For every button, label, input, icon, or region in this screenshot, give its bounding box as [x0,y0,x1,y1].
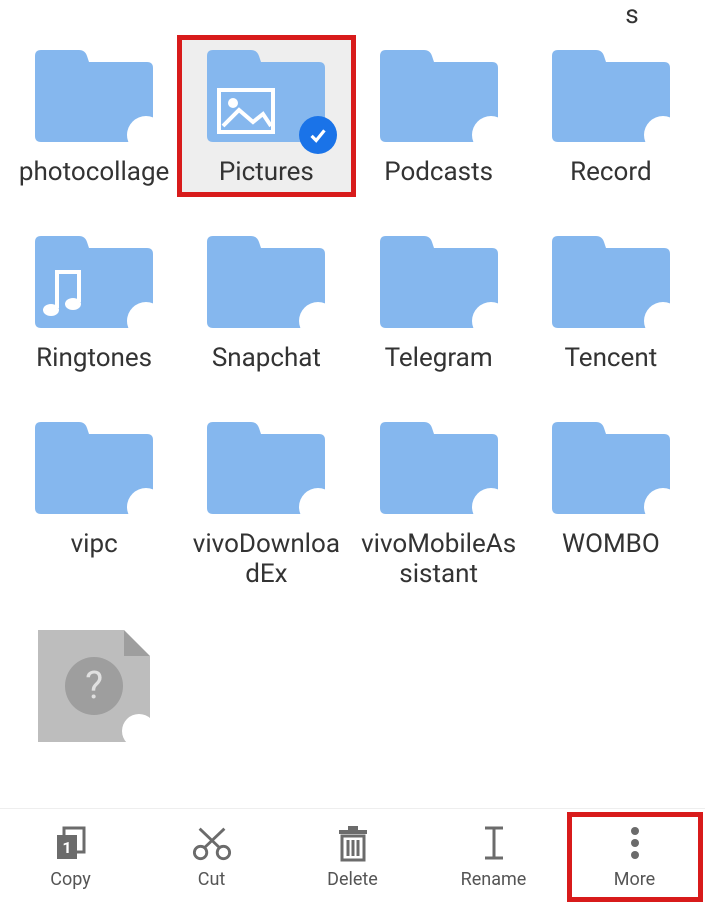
rename-button[interactable]: Rename [429,815,559,899]
folder-label: Snapchat [212,344,321,374]
folder-item[interactable]: Pictures [180,38,352,194]
selection-circle-icon[interactable] [122,714,156,748]
copy-icon: 1 [51,823,91,863]
more-label: More [614,869,655,890]
selection-circle-icon[interactable] [644,488,682,526]
folder-icon [374,228,504,334]
folder-icon [374,414,504,520]
selection-circle-icon[interactable] [127,302,165,340]
selection-circle-icon[interactable] [127,116,165,154]
folder-icon [546,42,676,148]
folder-grid: photocollage Pictures Podcasts Record Ringto… [0,38,705,748]
folder-item[interactable]: vivoMobileAssistant [353,410,525,596]
folder-label: WOMBO [562,530,660,560]
selection-circle-icon[interactable] [644,116,682,154]
copy-label: Copy [50,869,91,890]
text-cursor-icon [474,823,514,863]
folder-item[interactable]: vipc [8,410,180,596]
folder-icon [201,414,331,520]
folder-label: vivoMobileAssistant [359,530,519,590]
folder-icon [546,414,676,520]
folder-label: Telegram [385,344,493,374]
delete-button[interactable]: Delete [288,815,418,899]
folder-icon [29,414,159,520]
folder-item[interactable]: Tencent [525,224,697,380]
checkmark-icon[interactable] [299,116,337,154]
cut-label: Cut [198,869,226,890]
folder-icon [29,42,159,148]
folder-item[interactable]: Telegram [353,224,525,380]
folder-label: vivoDownloadEx [186,530,346,590]
selection-circle-icon[interactable] [472,302,510,340]
folder-item[interactable]: Record [525,38,697,194]
scissors-icon [192,823,232,863]
folder-label: Ringtones [36,344,152,374]
folder-label: Podcasts [384,158,493,188]
folder-label: Tencent [565,344,658,374]
folder-icon [374,42,504,148]
folder-label: Pictures [219,158,314,188]
trash-icon [333,823,373,863]
folder-icon [29,228,159,334]
delete-label: Delete [327,869,378,890]
bottom-toolbar: 1 Copy Cut Delete [0,808,705,904]
unknown-file-icon: ? [38,630,150,742]
folder-item[interactable]: WOMBO [525,410,697,596]
unknown-file-item[interactable]: ? [8,626,180,748]
partial-folder-label: s [562,0,702,30]
selection-circle-icon[interactable] [472,488,510,526]
rename-label: Rename [461,869,527,890]
cut-button[interactable]: Cut [147,815,277,899]
more-vertical-icon [615,823,655,863]
svg-text:1: 1 [62,838,71,857]
folder-icon [201,42,331,148]
copy-button[interactable]: 1 Copy [6,815,136,899]
folder-item[interactable]: Snapchat [180,224,352,380]
more-button[interactable]: More [570,815,700,899]
folder-item[interactable]: vivoDownloadEx [180,410,352,596]
folder-item[interactable]: Podcasts [353,38,525,194]
folder-item[interactable]: photocollage [8,38,180,194]
folder-item[interactable]: Ringtones [8,224,180,380]
selection-circle-icon[interactable] [299,302,337,340]
folder-label: photocollage [19,158,169,188]
folder-label: vipc [71,530,118,560]
folder-icon [546,228,676,334]
folder-icon [201,228,331,334]
selection-circle-icon[interactable] [472,116,510,154]
selection-circle-icon[interactable] [644,302,682,340]
folder-label: Record [570,158,651,188]
selection-circle-icon[interactable] [299,488,337,526]
selection-circle-icon[interactable] [127,488,165,526]
